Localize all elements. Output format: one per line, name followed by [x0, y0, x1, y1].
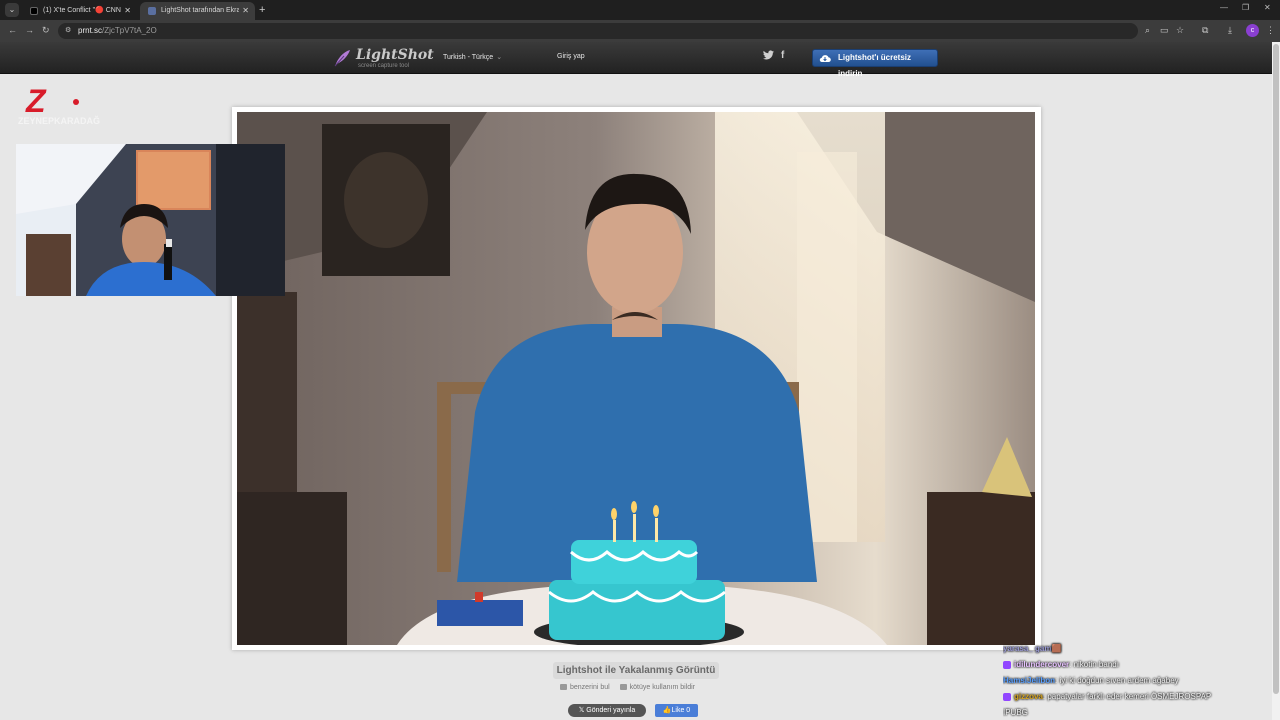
url-path: /ZjcTpV7tA_2O [102, 26, 157, 35]
zoom-icon[interactable]: ⌕ [1145, 25, 1150, 36]
chat-message: yarasa_ gam🟫 [1003, 641, 1278, 657]
profile-avatar[interactable]: c [1246, 24, 1259, 37]
chat-message: idilundercover: nikotin bandı [1003, 657, 1278, 673]
chat-message: gizzova: papatyalar farklı eder kemeri Ö… [1003, 689, 1278, 705]
more-menu-icon[interactable]: ⋮ [1266, 25, 1275, 36]
report-abuse-label: kötüye kullanım bildir [629, 684, 696, 691]
browser-tab-lightshot[interactable]: LightShot tarafından Ekran Gör ✕ [140, 2, 255, 20]
page-scrollbar[interactable] [1272, 42, 1280, 720]
z-logo-mark: Z ZEYNEPKARADAĞ [18, 83, 100, 126]
image-actions: benzerini bul kötüye kullanım bildir [560, 684, 695, 691]
download-lightshot-button[interactable]: Lightshot'ı ücretsiz indirin [812, 49, 938, 78]
cast-icon[interactable]: ▭ [1160, 25, 1169, 36]
camera-icon [560, 684, 567, 691]
x-favicon-icon [30, 7, 38, 15]
url-host: prnt.sc [78, 26, 103, 35]
streamer-logo: Z ZEYNEPKARADAĞ [18, 83, 108, 132]
tab-close-icon[interactable]: ✕ [242, 2, 249, 20]
find-similar-label: benzerini bul [570, 684, 610, 691]
chat-user: gizzova [1014, 692, 1043, 701]
svg-text:Z: Z [25, 84, 47, 119]
facebook-like-button[interactable]: 👍Like 0 [655, 704, 698, 717]
chat-text: : papatyalar farklı eder kemeri ÖSMEJROS… [1042, 692, 1212, 701]
reload-icon[interactable]: ↻ [42, 25, 50, 36]
language-selector[interactable]: Turkish - Türkçe ⌄ [443, 53, 502, 61]
flag-icon [619, 684, 627, 691]
forward-icon[interactable]: → [25, 25, 34, 35]
stream-chat: yarasa_ gam🟫 idilundercover: nikotin ban… [1003, 641, 1278, 720]
logo-name: LightShot [356, 47, 434, 63]
svg-text:ZEYNEPKARADAĞ: ZEYNEPKARADAĞ [18, 115, 100, 126]
url-text: prnt.sc/ZjcTpV7tA_2O [78, 25, 157, 37]
logo-tagline: screen capture tool [358, 63, 410, 69]
report-abuse-link[interactable]: kötüye kullanım bildir [619, 684, 696, 691]
chat-user: HamsiJelibon [1003, 676, 1056, 685]
browser-tab-bar: ⌄ (1) X'te Conflict "🔴 CNN Türk ✕ LightS… [0, 0, 1280, 20]
extensions-icon[interactable]: ⧉ [1202, 25, 1208, 36]
tweet-button[interactable]: 𝕏 Gönderi yayınla [568, 704, 646, 717]
screenshot-image[interactable] [237, 112, 1035, 645]
tab-label: (1) X'te Conflict "🔴 CNN Türk [43, 7, 121, 14]
subscriber-badge-icon [1003, 692, 1011, 701]
screenshot-frame [232, 107, 1041, 650]
webcam-feed [16, 144, 285, 296]
login-link[interactable]: Giriş yap [557, 53, 585, 60]
facebook-icon[interactable]: f [781, 50, 784, 61]
restore-icon[interactable]: ❐ [1242, 3, 1249, 12]
new-tab-button[interactable]: + [259, 3, 265, 17]
chat-text: IPUBG [1003, 708, 1028, 717]
chat-text: : nikotin bandı [1069, 660, 1119, 669]
chat-user: yarasa_ gam [1003, 644, 1052, 653]
chat-message: HamsiJelibon: iyi ki doğdun sıven ardem … [1003, 673, 1278, 689]
window-close-icon[interactable]: ✕ [1264, 3, 1271, 12]
back-icon[interactable]: ← [8, 25, 17, 35]
download-icon[interactable]: ⤓ [1228, 25, 1232, 36]
cloud-download-icon [819, 55, 831, 63]
download-button-label: Lightshot'ı ücretsiz indirin [838, 53, 912, 78]
bookmark-star-icon[interactable]: ☆ [1176, 25, 1184, 36]
tab-label: LightShot tarafından Ekran Gör [161, 7, 239, 14]
twitter-icon[interactable] [763, 50, 774, 63]
browser-toolbar: ← → ↻ ⚙ prnt.sc/ZjcTpV7tA_2O ⌕ ▭ ☆ ⧉ ⤓ c… [0, 20, 1280, 42]
chat-text: 🟫 [1051, 644, 1062, 653]
like-button-label: Like 0 [671, 707, 691, 714]
subscriber-badge-icon [1003, 660, 1011, 669]
chat-user: idilundercover [1014, 660, 1070, 669]
site-info-icon[interactable]: ⚙ [65, 26, 73, 36]
address-bar[interactable]: ⚙ prnt.sc/ZjcTpV7tA_2O [58, 23, 1138, 39]
lightshot-favicon-icon [148, 7, 156, 15]
minimize-icon[interactable]: — [1220, 3, 1228, 12]
language-label: Turkish - Türkçe [443, 54, 494, 61]
find-similar-link[interactable]: benzerini bul [560, 684, 610, 691]
scrollbar-thumb[interactable] [1273, 44, 1279, 694]
webcam-overlay [16, 144, 285, 296]
chevron-down-icon: ⌄ [496, 54, 503, 61]
thumbs-up-icon: 👍 [662, 707, 672, 714]
browser-tab-x[interactable]: (1) X'te Conflict "🔴 CNN Türk ✕ [22, 2, 137, 20]
lightshot-logo[interactable]: LightShot screen capture tool [330, 46, 434, 72]
tab-close-icon[interactable]: ✕ [124, 2, 131, 20]
tab-search-menu-icon[interactable]: ⌄ [5, 3, 19, 17]
tweet-button-label: Gönderi yayınla [586, 707, 636, 714]
chat-message: IPUBG [1003, 705, 1278, 720]
birthday-photo [237, 112, 1035, 645]
chat-text: : iyi ki doğdun sıven ardem ağabey [1055, 676, 1179, 685]
page-caption: Lightshot ile Yakalanmış Görüntü [553, 662, 719, 679]
feather-icon [334, 50, 350, 67]
lightshot-header: LightShot screen capture tool Turkish - … [0, 42, 1280, 78]
